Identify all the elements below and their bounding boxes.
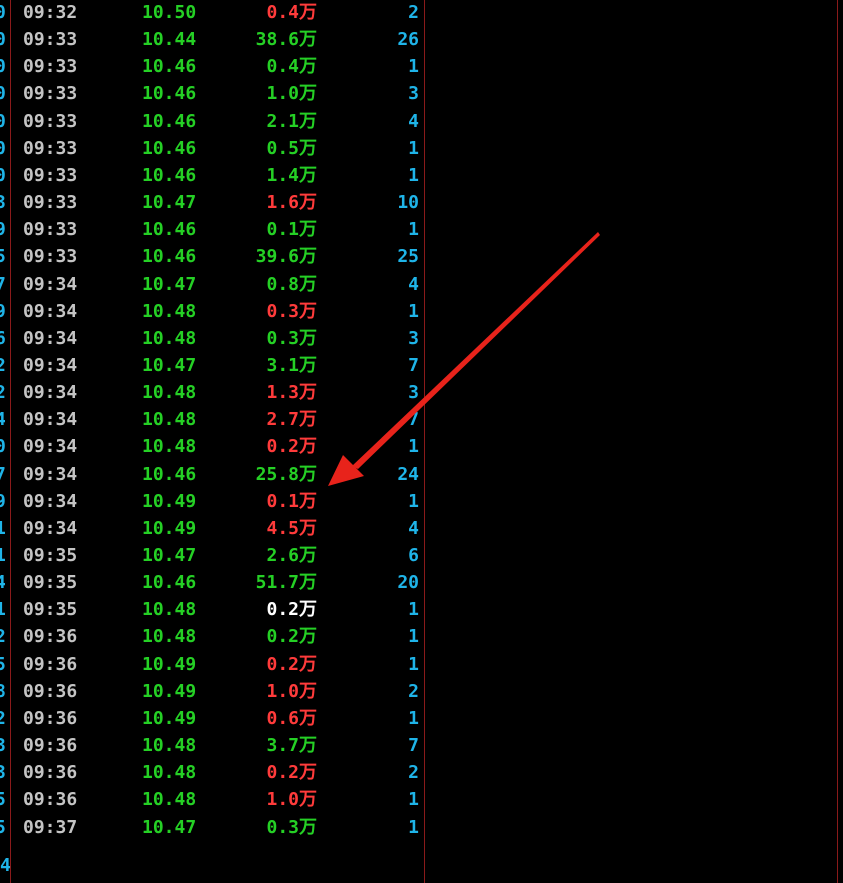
annotation-arrow — [328, 232, 600, 486]
arrow-shaft — [352, 232, 600, 469]
arrow-head — [328, 455, 364, 486]
